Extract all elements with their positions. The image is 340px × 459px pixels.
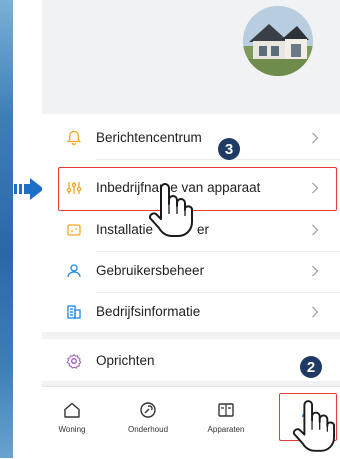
chevron-right-icon <box>308 264 322 278</box>
menu-item-label: Oprichten <box>96 353 155 368</box>
chevron-right-icon <box>308 305 322 319</box>
menu-item-gebruikersbeheer[interactable]: Gebruikersbeheer <box>42 249 340 292</box>
tab-onderhoud[interactable]: Onderhoud <box>120 399 176 434</box>
menu-item-berichtencentrum[interactable]: Berichtencentrum <box>42 116 340 159</box>
menu-item-bedrijfsinformatie[interactable]: Bedrijfsinformatie <box>42 290 340 333</box>
background-photo-edge <box>0 0 13 458</box>
highlight-box <box>58 167 337 211</box>
guide-icon <box>65 221 83 239</box>
avatar[interactable] <box>243 6 313 76</box>
menu-item-oprichten[interactable]: Oprichten <box>42 339 340 382</box>
tab-apparaten[interactable]: Apparaten <box>198 399 254 434</box>
house-photo-icon <box>243 6 313 76</box>
tab-woning[interactable]: Woning <box>44 399 100 434</box>
home-icon <box>44 399 100 421</box>
step-badge-3: 3 <box>218 138 240 160</box>
devices-icon <box>198 399 254 421</box>
bell-icon <box>65 129 83 147</box>
menu-item-label: Gebruikersbeheer <box>96 263 205 278</box>
hand-pointer-icon <box>292 400 335 452</box>
step-badge-2: 2 <box>300 356 322 378</box>
pointer-arrow-icon <box>14 178 44 200</box>
settings-group: Oprichten <box>42 339 340 381</box>
building-icon <box>65 303 83 321</box>
menu-item-label: Bedrijfsinformatie <box>96 304 201 319</box>
gear-icon <box>65 352 83 370</box>
user-icon <box>65 262 83 280</box>
tab-label: Onderhoud <box>127 425 169 434</box>
menu-item-label: Berichtencentrum <box>96 130 202 145</box>
hand-pointer-icon <box>148 183 193 237</box>
divider <box>96 159 340 160</box>
chevron-right-icon <box>308 223 322 237</box>
tab-label: Woning <box>58 425 86 434</box>
maintenance-icon <box>120 399 176 421</box>
chevron-right-icon <box>308 131 322 145</box>
tab-label: Apparaten <box>207 425 245 434</box>
